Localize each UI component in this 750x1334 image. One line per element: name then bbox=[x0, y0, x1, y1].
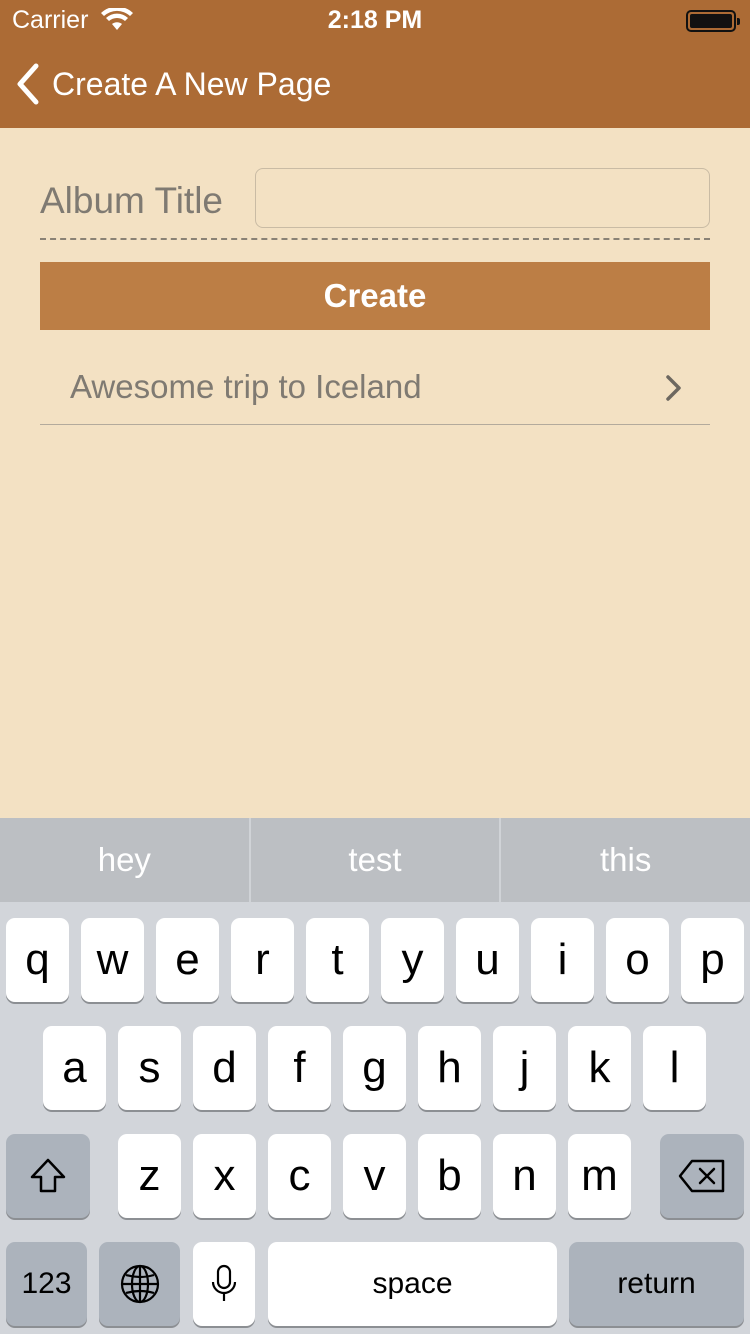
suggestion-2[interactable]: test bbox=[251, 818, 500, 902]
keyboard: hey test this qwertyuiop asdfghjkl zxcvbnm… bbox=[0, 818, 750, 1334]
key-i[interactable]: i bbox=[531, 918, 594, 1002]
carrier-label: Carrier bbox=[12, 6, 89, 34]
delete-key[interactable] bbox=[660, 1134, 744, 1218]
space-key[interactable]: space bbox=[268, 1242, 557, 1326]
key-d[interactable]: d bbox=[193, 1026, 256, 1110]
globe-icon bbox=[120, 1264, 159, 1304]
key-c[interactable]: c bbox=[268, 1134, 331, 1218]
album-title-label: Album Title bbox=[40, 180, 224, 221]
key-w[interactable]: w bbox=[81, 918, 144, 1002]
key-s[interactable]: s bbox=[118, 1026, 181, 1110]
chevron-left-icon bbox=[17, 63, 39, 105]
key-z[interactable]: z bbox=[118, 1134, 181, 1218]
key-a[interactable]: a bbox=[43, 1026, 106, 1110]
key-f[interactable]: f bbox=[268, 1026, 331, 1110]
back-label: Create A New Page bbox=[52, 65, 332, 102]
album-title-input[interactable] bbox=[255, 168, 710, 228]
key-o[interactable]: o bbox=[606, 918, 669, 1002]
shift-key[interactable] bbox=[6, 1134, 90, 1218]
globe-key[interactable] bbox=[99, 1242, 180, 1326]
return-key[interactable]: return bbox=[569, 1242, 744, 1326]
chevron-right-icon bbox=[666, 375, 681, 401]
predictive-bar: hey test this bbox=[0, 818, 750, 902]
key-h[interactable]: h bbox=[418, 1026, 481, 1110]
key-l[interactable]: l bbox=[643, 1026, 706, 1110]
key-b[interactable]: b bbox=[418, 1134, 481, 1218]
battery-icon bbox=[686, 10, 740, 32]
key-t[interactable]: t bbox=[306, 918, 369, 1002]
microphone-icon bbox=[211, 1264, 237, 1301]
nav-bar: Carrier 2:18 PM Create A New Page bbox=[0, 0, 750, 128]
key-g[interactable]: g bbox=[343, 1026, 406, 1110]
key-q[interactable]: q bbox=[6, 918, 69, 1002]
wifi-icon bbox=[101, 8, 133, 30]
dictation-key[interactable] bbox=[193, 1242, 255, 1326]
key-k[interactable]: k bbox=[568, 1026, 631, 1110]
list-item-label: Awesome trip to Iceland bbox=[70, 368, 422, 405]
list-item[interactable]: Awesome trip to Iceland bbox=[40, 346, 710, 425]
status-bar: Carrier 2:18 PM bbox=[0, 0, 750, 40]
key-y[interactable]: y bbox=[381, 918, 444, 1002]
key-x[interactable]: x bbox=[193, 1134, 256, 1218]
album-title-row: Album Title bbox=[40, 168, 710, 240]
key-v[interactable]: v bbox=[343, 1134, 406, 1218]
numbers-key[interactable]: 123 bbox=[6, 1242, 87, 1326]
key-r[interactable]: r bbox=[231, 918, 294, 1002]
suggestion-1[interactable]: hey bbox=[0, 818, 249, 902]
back-button[interactable]: Create A New Page bbox=[14, 60, 331, 108]
shift-icon bbox=[30, 1158, 66, 1193]
key-m[interactable]: m bbox=[568, 1134, 631, 1218]
key-n[interactable]: n bbox=[493, 1134, 556, 1218]
backspace-icon bbox=[678, 1159, 725, 1193]
suggestion-3[interactable]: this bbox=[501, 818, 750, 902]
key-u[interactable]: u bbox=[456, 918, 519, 1002]
key-j[interactable]: j bbox=[493, 1026, 556, 1110]
create-button[interactable]: Create bbox=[40, 262, 710, 330]
key-p[interactable]: p bbox=[681, 918, 744, 1002]
key-e[interactable]: e bbox=[156, 918, 219, 1002]
